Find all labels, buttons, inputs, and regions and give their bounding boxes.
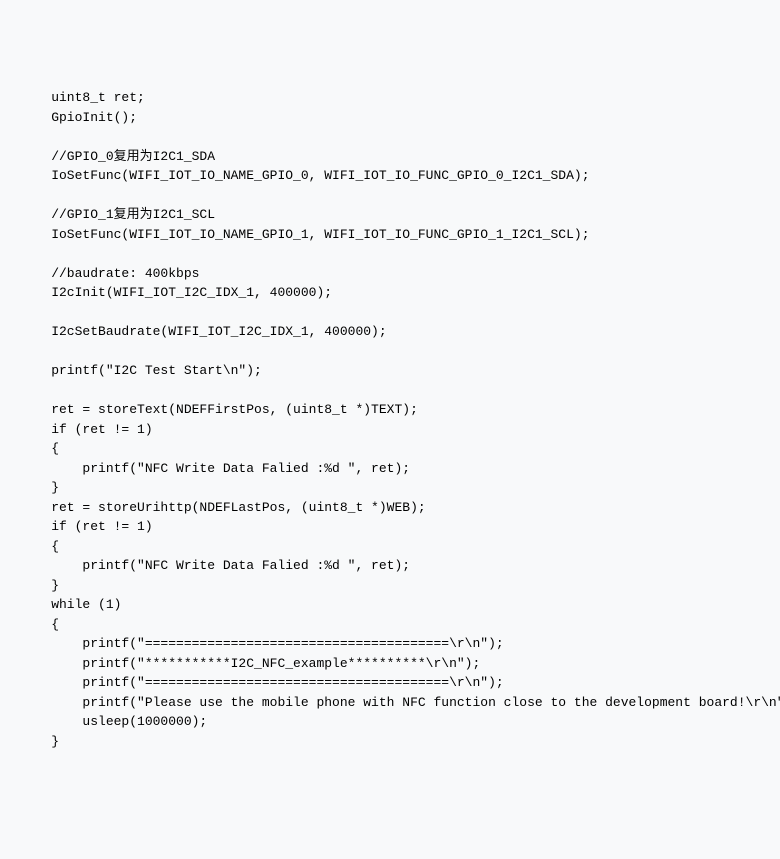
code-block: uint8_t ret; GpioInit(); //GPIO_0复用为I2C1… [20, 88, 760, 751]
